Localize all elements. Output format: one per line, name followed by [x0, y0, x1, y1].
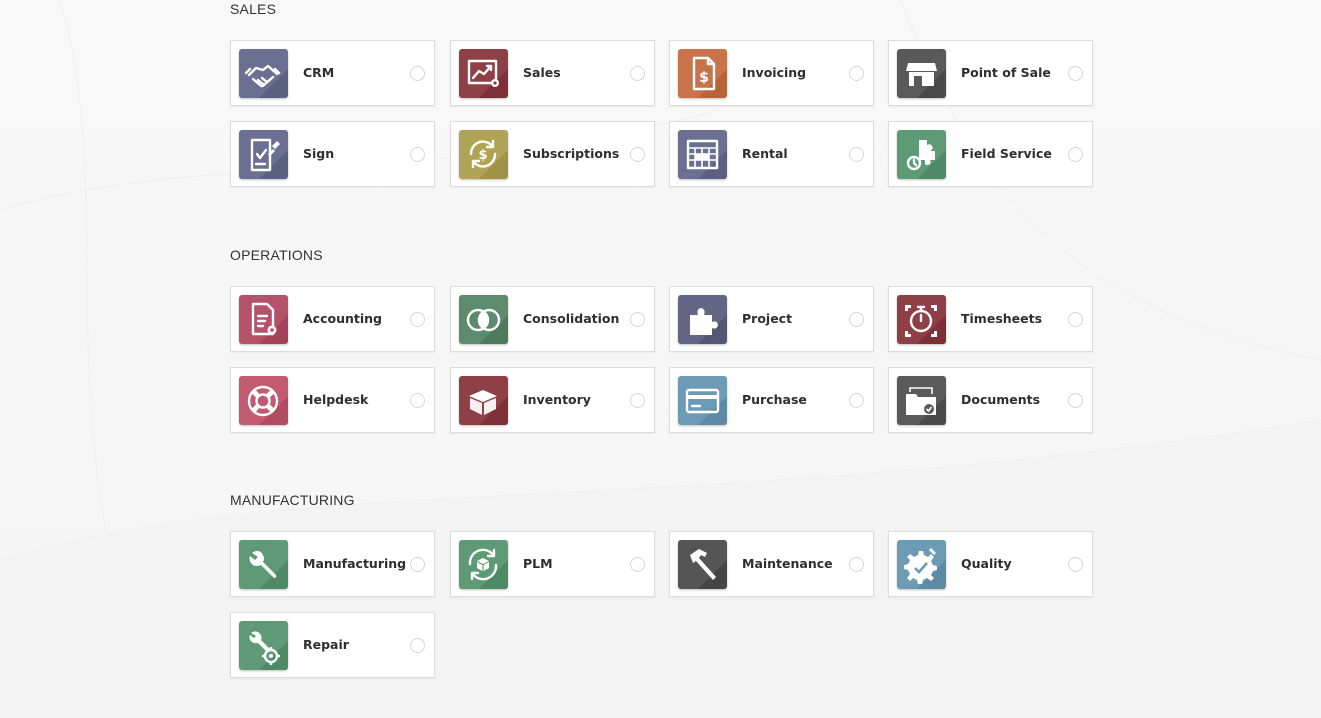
field-service-icon: [897, 130, 946, 179]
app-card-field-service[interactable]: Field Service: [888, 121, 1093, 187]
app-label: Purchase: [742, 392, 807, 407]
app-label: Documents: [961, 392, 1041, 407]
app-label: Helpdesk: [303, 392, 369, 407]
app-select-radio[interactable]: [410, 312, 425, 327]
app-select-radio[interactable]: [1068, 312, 1083, 327]
app-select-radio[interactable]: [1068, 147, 1083, 162]
app-select-radio[interactable]: [410, 66, 425, 81]
apps-page: SALES CRM Sales $ Invoicing Point of Sale Sig…: [0, 0, 1321, 718]
app-select-radio[interactable]: [410, 557, 425, 572]
app-select-radio[interactable]: [1068, 557, 1083, 572]
app-select-radio[interactable]: [849, 312, 864, 327]
documents-icon: [897, 376, 946, 425]
stopwatch-icon: [897, 295, 946, 344]
sign-icon: [239, 130, 288, 179]
app-select-radio[interactable]: [410, 638, 425, 653]
app-card-sales[interactable]: Sales: [450, 40, 655, 106]
app-label: Consolidation: [523, 311, 620, 326]
app-card-documents[interactable]: Documents: [888, 367, 1093, 433]
app-label: Inventory: [523, 392, 591, 407]
svg-text:$: $: [699, 70, 709, 86]
app-select-radio[interactable]: [630, 393, 645, 408]
handshake-icon: [239, 49, 288, 98]
plm-cycle-icon: [459, 540, 508, 589]
app-label: PLM: [523, 556, 553, 571]
app-card-invoicing[interactable]: $ Invoicing: [669, 40, 874, 106]
app-label: Accounting: [303, 311, 382, 326]
app-card-maintenance[interactable]: Maintenance: [669, 531, 874, 597]
lifebuoy-icon: [239, 376, 288, 425]
app-select-radio[interactable]: [630, 557, 645, 572]
repair-tools-icon: [239, 621, 288, 670]
sales-chart-icon: [459, 49, 508, 98]
section-title: MANUFACTURING: [230, 492, 355, 508]
accounting-icon: [239, 295, 288, 344]
app-label: Manufacturing: [303, 556, 407, 571]
app-select-radio[interactable]: [1068, 66, 1083, 81]
app-card-quality[interactable]: Quality: [888, 531, 1093, 597]
app-card-crm[interactable]: CRM: [230, 40, 435, 106]
app-label: Subscriptions: [523, 146, 620, 161]
app-label: Repair: [303, 637, 349, 652]
app-label: Invoicing: [742, 65, 807, 80]
app-label: CRM: [303, 65, 335, 80]
rental-calendar-icon: [678, 130, 727, 179]
app-card-consolidation[interactable]: Consolidation: [450, 286, 655, 352]
app-select-radio[interactable]: [630, 66, 645, 81]
wrench-icon: [239, 540, 288, 589]
box-icon: [459, 376, 508, 425]
app-select-radio[interactable]: [849, 147, 864, 162]
app-card-timesheets[interactable]: Timesheets: [888, 286, 1093, 352]
section-operations: OPERATIONS Accounting Consolidation Projec…: [230, 247, 1100, 437]
app-select-radio[interactable]: [849, 393, 864, 408]
hammer-icon: [678, 540, 727, 589]
app-card-point-of-sale[interactable]: Point of Sale: [888, 40, 1093, 106]
svg-text:$: $: [478, 148, 487, 163]
section-sales: SALES CRM Sales $ Invoicing Point of Sale Sig…: [230, 1, 1100, 191]
app-card-repair[interactable]: Repair: [230, 612, 435, 678]
app-card-manufacturing[interactable]: Manufacturing: [230, 531, 435, 597]
app-select-radio[interactable]: [849, 557, 864, 572]
app-label: Rental: [742, 146, 788, 161]
app-card-project[interactable]: Project: [669, 286, 874, 352]
consolidation-icon: [459, 295, 508, 344]
section-title: SALES: [230, 1, 277, 17]
section-manufacturing: MANUFACTURING Manufacturing PLM Maintenanc…: [230, 492, 1100, 682]
app-select-radio[interactable]: [410, 393, 425, 408]
app-select-radio[interactable]: [410, 147, 425, 162]
app-label: Field Service: [961, 146, 1052, 161]
app-select-radio[interactable]: [1068, 393, 1083, 408]
app-label: Sales: [523, 65, 561, 80]
app-card-sign[interactable]: Sign: [230, 121, 435, 187]
app-select-radio[interactable]: [630, 147, 645, 162]
store-icon: [897, 49, 946, 98]
app-label: Project: [742, 311, 793, 326]
app-card-helpdesk[interactable]: Helpdesk: [230, 367, 435, 433]
puzzle-icon: [678, 295, 727, 344]
credit-card-icon: [678, 376, 727, 425]
app-select-radio[interactable]: [849, 66, 864, 81]
app-card-purchase[interactable]: Purchase: [669, 367, 874, 433]
quality-gear-icon: [897, 540, 946, 589]
app-label: Point of Sale: [961, 65, 1051, 80]
app-label: Quality: [961, 556, 1012, 571]
app-label: Timesheets: [961, 311, 1043, 326]
section-title: OPERATIONS: [230, 247, 323, 263]
app-card-accounting[interactable]: Accounting: [230, 286, 435, 352]
app-card-rental[interactable]: Rental: [669, 121, 874, 187]
invoice-icon: $: [678, 49, 727, 98]
app-card-inventory[interactable]: Inventory: [450, 367, 655, 433]
app-card-plm[interactable]: PLM: [450, 531, 655, 597]
app-label: Maintenance: [742, 556, 833, 571]
subscription-icon: $: [459, 130, 508, 179]
app-select-radio[interactable]: [630, 312, 645, 327]
app-label: Sign: [303, 146, 335, 161]
app-card-subscriptions[interactable]: $ Subscriptions: [450, 121, 655, 187]
